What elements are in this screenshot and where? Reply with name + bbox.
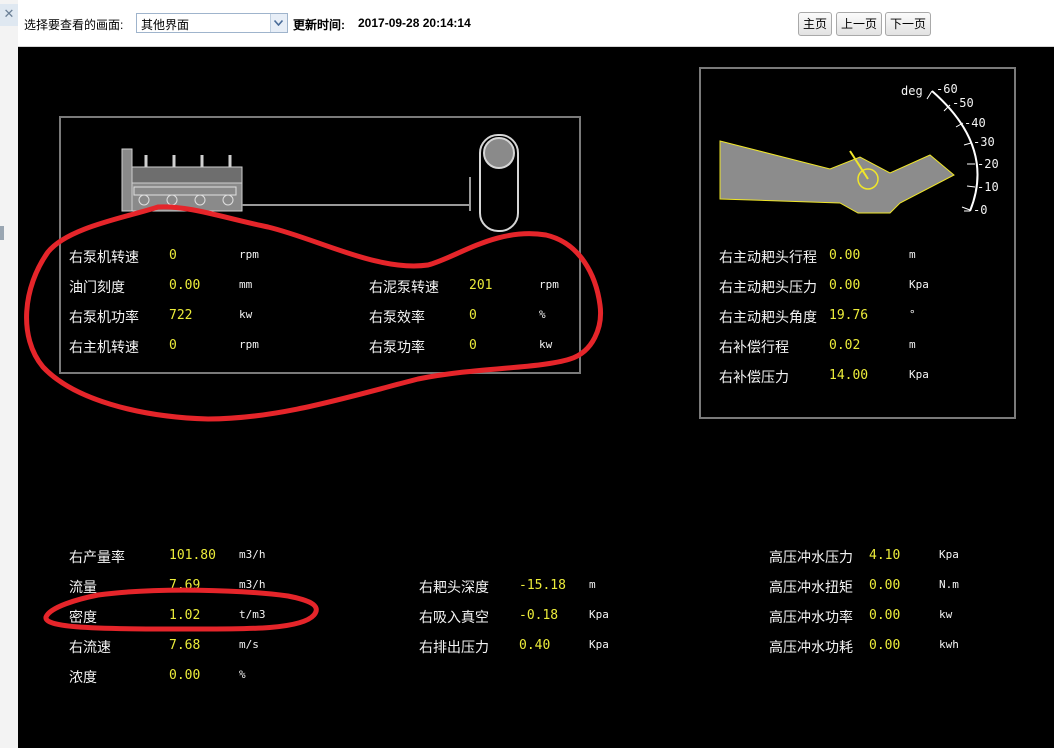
field-unit: ° <box>909 308 916 321</box>
field-label: 右泵功率 <box>369 340 425 356</box>
field-label: 浓度 <box>69 670 97 686</box>
field-value: 0.40 <box>519 638 551 653</box>
field-value: 722 <box>169 308 193 323</box>
field-unit: N.m <box>939 578 959 591</box>
field-value: 7.69 <box>169 578 201 593</box>
field-unit: rpm <box>239 248 259 261</box>
field-label: 油门刻度 <box>69 280 125 296</box>
field-label: 右泵效率 <box>369 310 425 326</box>
prev-page-button[interactable]: 上一页 <box>836 12 882 36</box>
field-value: 1.02 <box>169 608 201 623</box>
gauge-tick-label: -50 <box>952 96 974 110</box>
field-label: 右耙头深度 <box>419 580 489 596</box>
field-label: 右吸入真空 <box>419 610 489 626</box>
field-label: 右主动耙头压力 <box>719 280 817 296</box>
dropdown-arrow-icon[interactable] <box>270 14 287 32</box>
field-unit: % <box>539 308 546 321</box>
pane-marker <box>0 226 4 240</box>
field-value: 4.10 <box>869 548 901 563</box>
update-time-label: 更新时间: <box>293 18 345 32</box>
field-unit: m <box>909 338 916 351</box>
screen-select-label: 选择要查看的画面: <box>24 18 124 32</box>
field-unit: kwh <box>939 638 959 651</box>
left-pane-strip: ✕ <box>0 0 19 748</box>
field-value: 0.00 <box>869 638 901 653</box>
field-value: 0.00 <box>869 608 901 623</box>
field-label: 高压冲水功耗 <box>769 640 853 656</box>
field-label: 右补偿压力 <box>719 370 789 386</box>
field-label: 高压冲水功率 <box>769 610 853 626</box>
field-unit: Kpa <box>589 638 609 651</box>
gauge-tick-label: -30 <box>973 135 995 149</box>
field-value: -15.18 <box>519 578 566 593</box>
field-label: 右泵机功率 <box>69 310 139 326</box>
field-value: 14.00 <box>829 368 869 383</box>
field-unit: Kpa <box>909 368 929 381</box>
screen-select[interactable]: 其他界面 <box>136 13 288 33</box>
field-unit: m <box>589 578 596 591</box>
screen-select-value: 其他界面 <box>141 18 190 32</box>
field-value: -0.18 <box>519 608 559 623</box>
field-unit: m <box>909 248 916 261</box>
field-label: 右流速 <box>69 640 111 656</box>
field-unit: m/s <box>239 638 259 651</box>
gauge-tick-label: -0 <box>973 203 988 217</box>
field-unit: Kpa <box>939 548 959 561</box>
field-label: 右补偿行程 <box>719 340 789 356</box>
field-value: 0 <box>169 248 177 263</box>
field-label: 高压冲水扭矩 <box>769 580 853 596</box>
field-label: 右主动耙头角度 <box>719 310 817 326</box>
field-unit: rpm <box>239 338 259 351</box>
field-label: 高压冲水压力 <box>769 550 853 566</box>
field-value: 0 <box>469 308 477 323</box>
field-value: 0 <box>469 338 477 353</box>
pump-panel <box>59 116 581 374</box>
update-time-value: 2017-09-28 20:14:14 <box>358 16 471 30</box>
field-unit: m3/h <box>239 578 266 591</box>
field-value: 101.80 <box>169 548 216 563</box>
field-value: 0.00 <box>169 278 201 293</box>
field-label: 右主动耙头行程 <box>719 250 817 266</box>
field-unit: t/m3 <box>239 608 266 621</box>
field-unit: kw <box>539 338 553 351</box>
field-value: 19.76 <box>829 308 869 323</box>
field-value: 201 <box>469 278 493 293</box>
gauge-tick-label: -60 <box>936 82 958 96</box>
field-label: 右泥泵转速 <box>369 280 439 296</box>
field-label: 右泵机转速 <box>69 250 139 266</box>
field-label: 流量 <box>69 580 97 596</box>
field-value: 0 <box>169 338 177 353</box>
home-button[interactable]: 主页 <box>798 12 832 36</box>
close-icon[interactable]: ✕ <box>0 4 18 26</box>
field-value: 0.00 <box>869 578 901 593</box>
field-unit: kw <box>239 308 253 321</box>
field-label: 右产量率 <box>69 550 125 566</box>
field-label: 密度 <box>69 610 97 626</box>
next-page-button[interactable]: 下一页 <box>885 12 931 36</box>
field-value: 7.68 <box>169 638 201 653</box>
gauge-unit-label: deg <box>901 84 923 98</box>
gauge-tick-label: -40 <box>964 116 986 130</box>
field-unit: mm <box>239 278 253 291</box>
field-value: 0.00 <box>829 278 861 293</box>
field-unit: Kpa <box>909 278 929 291</box>
toolbar: 选择要查看的画面: 其他界面 更新时间: 2017-09-28 20:14:14… <box>18 0 1054 47</box>
field-unit: % <box>239 668 246 681</box>
gauge-tick-label: -20 <box>977 157 999 171</box>
field-unit: kw <box>939 608 953 621</box>
field-value: 0.02 <box>829 338 861 353</box>
field-unit: m3/h <box>239 548 266 561</box>
field-unit: rpm <box>539 278 559 291</box>
field-label: 右主机转速 <box>69 340 139 356</box>
gauge-tick-label: -10 <box>977 180 999 194</box>
field-value: 0.00 <box>829 248 861 263</box>
field-unit: Kpa <box>589 608 609 621</box>
field-value: 0.00 <box>169 668 201 683</box>
monitor-screen: deg -60 -50 -40 -30 -20 -10 -0 右泵机转速 0 rpm… <box>18 47 1054 748</box>
field-label: 右排出压力 <box>419 640 489 656</box>
